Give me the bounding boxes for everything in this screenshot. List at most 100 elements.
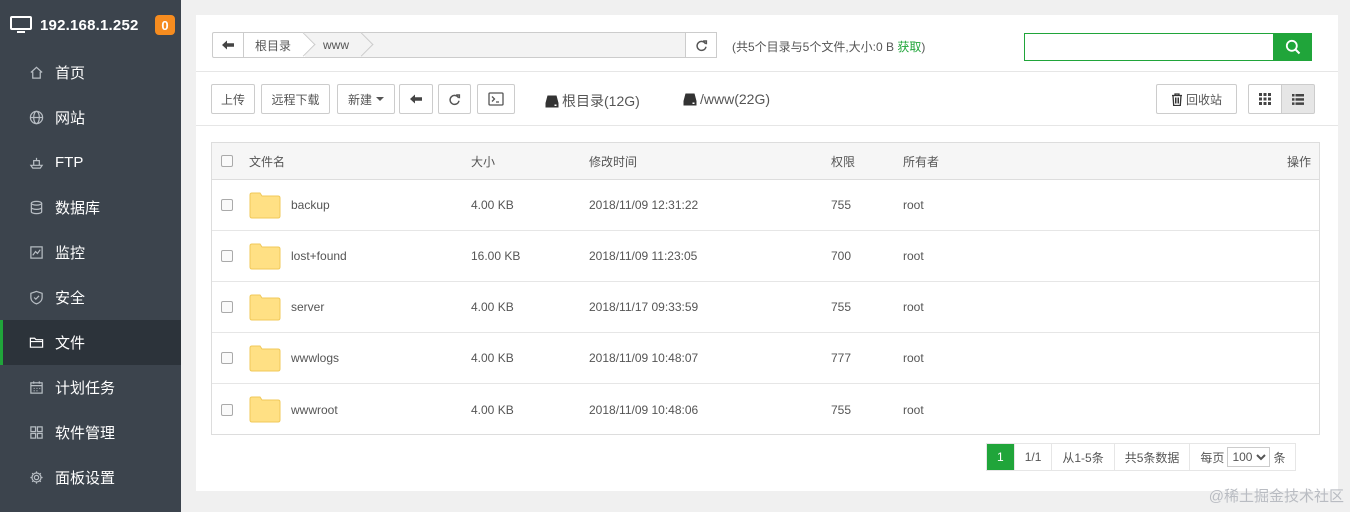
toolbar: 上传 远程下载 新建 根目录(12G) /www(22G) 回收站 bbox=[196, 72, 1338, 126]
page-range: 从1-5条 bbox=[1052, 444, 1115, 470]
recycle-bin-button[interactable]: 回收站 bbox=[1156, 84, 1237, 114]
refresh-icon bbox=[695, 39, 707, 51]
arrow-left-icon bbox=[410, 94, 422, 104]
file-owner[interactable]: root bbox=[903, 231, 924, 281]
file-table: 文件名 大小 修改时间 权限 所有者 操作 backup 4.00 KB 201… bbox=[211, 142, 1320, 435]
back-button[interactable] bbox=[212, 32, 244, 58]
per-page-select[interactable]: 100 bbox=[1227, 447, 1271, 467]
sidebar-item-label: 数据库 bbox=[55, 200, 101, 217]
path-bar: 根目录 www (共5个目录与5个文件,大小:0 B 获取) bbox=[196, 15, 1338, 72]
row-checkbox[interactable] bbox=[221, 231, 233, 281]
file-name: wwwlogs bbox=[291, 351, 340, 365]
file-owner[interactable]: root bbox=[903, 333, 924, 383]
parent-dir-button[interactable] bbox=[399, 84, 433, 114]
refresh-button[interactable] bbox=[438, 84, 471, 114]
file-name-cell[interactable]: wwwroot bbox=[249, 384, 338, 435]
sidebar-item-home[interactable]: 首页 bbox=[0, 50, 181, 95]
col-perm[interactable]: 权限 bbox=[831, 143, 855, 179]
summary-text: (共5个目录与5个文件,大小:0 B bbox=[732, 40, 898, 54]
sidebar-item-cron[interactable]: 计划任务 bbox=[0, 365, 181, 410]
sidebar-item-label: 首页 bbox=[55, 65, 86, 82]
file-name-cell[interactable]: server bbox=[249, 282, 324, 332]
checkbox[interactable] bbox=[221, 199, 233, 211]
checkbox[interactable] bbox=[221, 352, 233, 364]
row-checkbox[interactable] bbox=[221, 384, 233, 435]
file-owner[interactable]: root bbox=[903, 180, 924, 230]
file-name-cell[interactable]: wwwlogs bbox=[249, 333, 339, 383]
table-row[interactable]: wwwroot 4.00 KB 2018/11/09 10:48:06 755 … bbox=[212, 384, 1319, 435]
file-owner[interactable]: root bbox=[903, 282, 924, 332]
file-name-cell[interactable]: lost+found bbox=[249, 231, 347, 281]
sidebar-item-monitor[interactable]: 监控 bbox=[0, 230, 181, 275]
col-mtime[interactable]: 修改时间 bbox=[589, 143, 637, 179]
folder-icon bbox=[28, 335, 44, 351]
file-perm[interactable]: 755 bbox=[831, 384, 851, 435]
shield-icon bbox=[28, 290, 44, 306]
sidebar-item-settings[interactable]: 面板设置 bbox=[0, 455, 181, 500]
file-perm[interactable]: 700 bbox=[831, 231, 851, 281]
recycle-label: 回收站 bbox=[1185, 92, 1222, 107]
grid-view-button[interactable] bbox=[1248, 84, 1282, 114]
disk-root-label: 根目录(12G) bbox=[562, 93, 640, 109]
file-manager-panel: 根目录 www (共5个目录与5个文件,大小:0 B 获取) 上传 远程下载 新… bbox=[196, 15, 1338, 491]
checkbox[interactable] bbox=[221, 301, 233, 313]
file-name-cell[interactable]: backup bbox=[249, 180, 330, 230]
search-button[interactable] bbox=[1273, 33, 1312, 61]
caret-down-icon bbox=[376, 97, 384, 101]
file-name: backup bbox=[291, 198, 330, 212]
monitor-icon bbox=[10, 16, 32, 33]
table-row[interactable]: wwwlogs 4.00 KB 2018/11/09 10:48:07 777 … bbox=[212, 333, 1319, 384]
list-view-button[interactable] bbox=[1281, 84, 1315, 114]
table-row[interactable]: backup 4.00 KB 2018/11/09 12:31:22 755 r… bbox=[212, 180, 1319, 231]
terminal-button[interactable] bbox=[477, 84, 515, 114]
search-icon bbox=[1285, 39, 1300, 55]
checkbox[interactable] bbox=[221, 155, 233, 167]
new-dropdown-button[interactable]: 新建 bbox=[337, 84, 395, 114]
file-perm[interactable]: 755 bbox=[831, 180, 851, 230]
path-refresh-button[interactable] bbox=[685, 32, 717, 58]
sidebar-item-label: 网站 bbox=[55, 110, 86, 127]
row-checkbox[interactable] bbox=[221, 282, 233, 332]
sidebar-item-ftp[interactable]: FTP bbox=[0, 140, 181, 185]
sidebar-item-label: 安全 bbox=[55, 290, 86, 307]
folder-icon bbox=[249, 345, 281, 371]
file-name: server bbox=[291, 300, 325, 314]
file-name: wwwroot bbox=[291, 402, 338, 417]
file-size: 4.00 KB bbox=[471, 402, 514, 417]
file-owner[interactable]: root bbox=[903, 384, 924, 435]
sidebar-item-database[interactable]: 数据库 bbox=[0, 185, 181, 230]
search-input[interactable] bbox=[1024, 33, 1274, 61]
sidebar-item-files[interactable]: 文件 bbox=[0, 320, 181, 365]
ftp-icon bbox=[28, 155, 44, 171]
disk-root[interactable]: 根目录(12G) bbox=[545, 91, 640, 111]
notification-badge[interactable]: 0 bbox=[155, 15, 175, 35]
breadcrumb-root[interactable]: 根目录 bbox=[244, 33, 306, 57]
file-mtime: 2018/11/09 10:48:07 bbox=[589, 351, 699, 365]
row-checkbox[interactable] bbox=[221, 333, 233, 383]
upload-button[interactable]: 上传 bbox=[211, 84, 255, 114]
checkbox[interactable] bbox=[221, 403, 233, 416]
col-name[interactable]: 文件名 bbox=[249, 143, 285, 179]
directory-summary: (共5个目录与5个文件,大小:0 B 获取) bbox=[732, 38, 925, 55]
file-perm[interactable]: 755 bbox=[831, 282, 851, 332]
page-total: 共5条数据 bbox=[1114, 444, 1191, 470]
fetch-size-link[interactable]: 获取 bbox=[897, 40, 921, 54]
file-perm[interactable]: 777 bbox=[831, 333, 851, 383]
sidebar-item-software[interactable]: 软件管理 bbox=[0, 410, 181, 455]
table-row[interactable]: lost+found 16.00 KB 2018/11/09 11:23:05 … bbox=[212, 231, 1319, 282]
sidebar-item-security[interactable]: 安全 bbox=[0, 275, 181, 320]
row-checkbox[interactable] bbox=[221, 180, 233, 230]
disk-www[interactable]: /www(22G) bbox=[683, 91, 770, 107]
per-page-unit: 条 bbox=[1273, 450, 1286, 465]
file-size: 16.00 KB bbox=[471, 249, 521, 263]
page-current[interactable]: 1 bbox=[987, 444, 1015, 470]
sidebar-item-website[interactable]: 网站 bbox=[0, 95, 181, 140]
apps-grid-icon bbox=[28, 425, 44, 441]
arrow-left-icon bbox=[222, 40, 234, 50]
col-size[interactable]: 大小 bbox=[471, 143, 495, 179]
table-row[interactable]: server 4.00 KB 2018/11/17 09:33:59 755 r… bbox=[212, 282, 1319, 333]
checkbox[interactable] bbox=[221, 250, 233, 262]
remote-download-button[interactable]: 远程下载 bbox=[261, 84, 330, 114]
col-owner[interactable]: 所有者 bbox=[903, 143, 939, 179]
select-all-checkbox[interactable] bbox=[221, 143, 233, 179]
